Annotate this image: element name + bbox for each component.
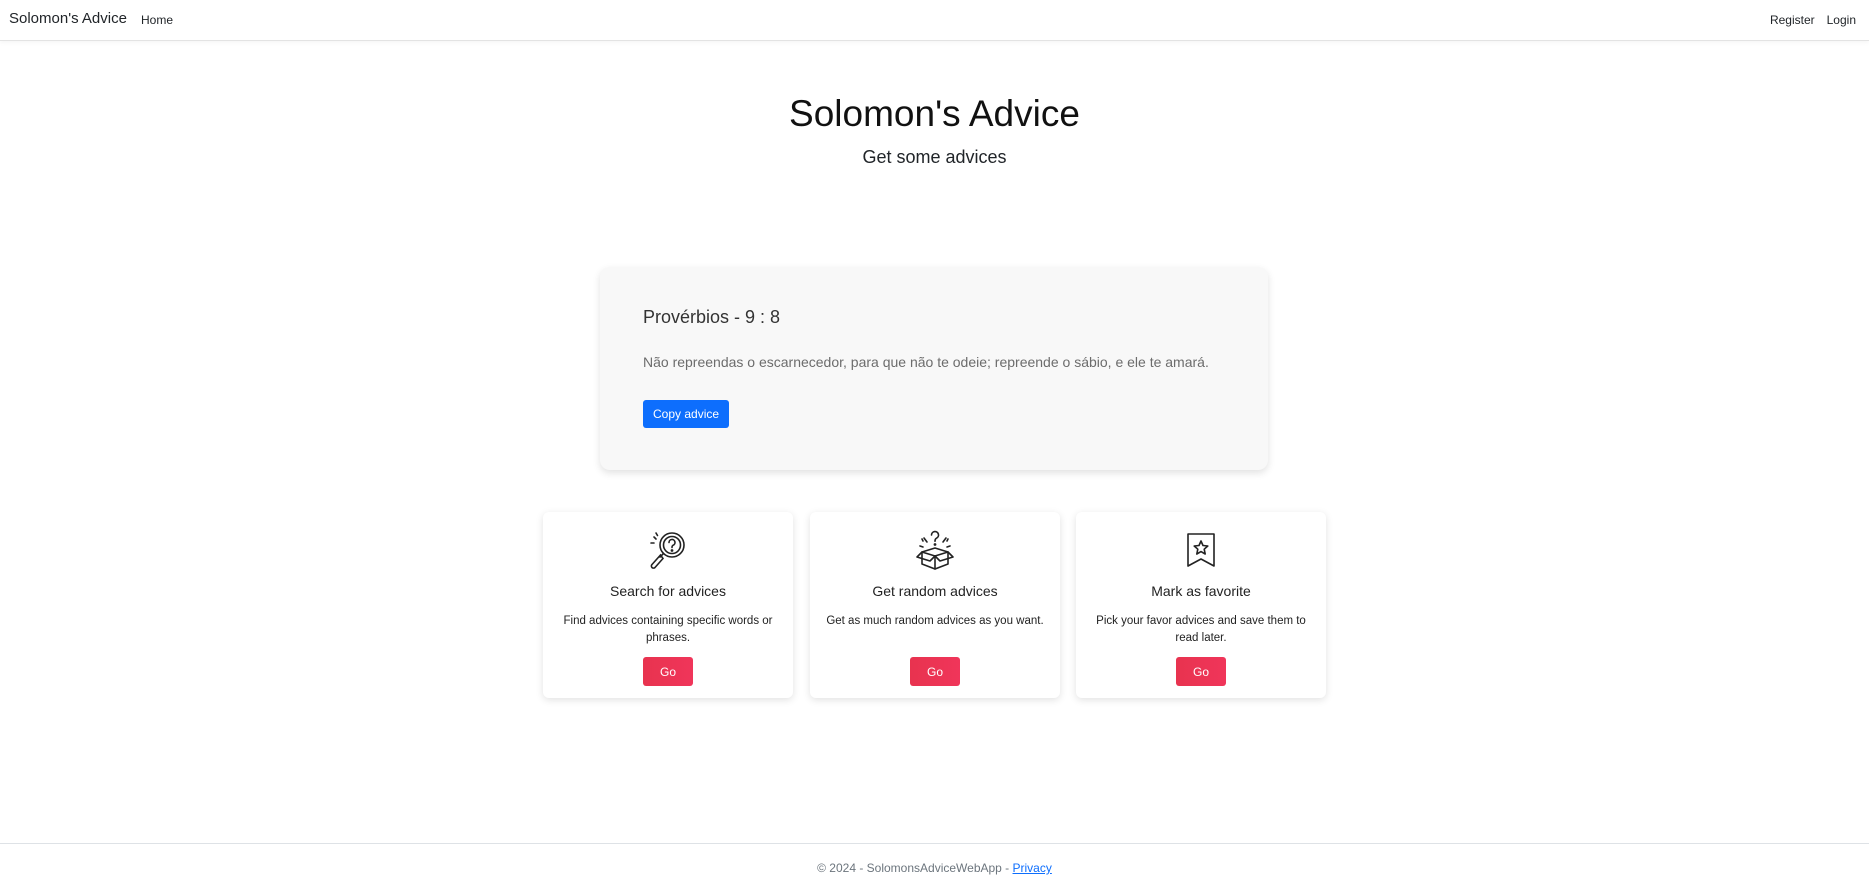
page-footer: © 2024 - SolomonsAdviceWebApp - Privacy <box>0 843 1869 894</box>
search-go-button[interactable]: Go <box>643 657 693 686</box>
surprise-box-icon <box>916 530 954 570</box>
feature-title: Search for advices <box>610 583 726 599</box>
top-navbar: Solomon's Advice Home Register Login <box>0 0 1869 41</box>
feature-card-favorite: Mark as favorite Pick your favor advices… <box>1076 512 1326 698</box>
random-go-button[interactable]: Go <box>910 657 960 686</box>
favorite-go-button[interactable]: Go <box>1176 657 1226 686</box>
copy-advice-button[interactable]: Copy advice <box>643 400 730 428</box>
feature-description: Get as much random advices as you want. <box>826 615 1044 627</box>
bookmark-star-icon <box>1187 533 1215 567</box>
search-question-icon <box>650 532 685 569</box>
feature-title: Get random advices <box>872 583 998 599</box>
feature-card-search: Search for advices Find advices containi… <box>543 512 793 698</box>
nav-link-home[interactable]: Home <box>141 13 173 27</box>
advice-reference: Provérbios - 9 : 8 <box>643 307 781 327</box>
advice-text: Não repreendas o escarnecedor, para que … <box>643 354 1209 370</box>
feature-card-random: Get random advices Get as much random ad… <box>810 512 1060 698</box>
privacy-link[interactable]: Privacy <box>1013 861 1052 875</box>
feature-title: Mark as favorite <box>1151 583 1251 599</box>
page-subtitle: Get some advices <box>862 147 1007 167</box>
footer-copyright: © 2024 - SolomonsAdviceWebApp - <box>817 861 1013 875</box>
nav-auth-links: Register Login <box>1770 13 1856 27</box>
advice-card: Provérbios - 9 : 8 Não repreendas o esca… <box>600 267 1268 470</box>
feature-description: Pick your favor advices and save them to… <box>1096 615 1306 644</box>
nav-link-login[interactable]: Login <box>1827 13 1856 27</box>
navbar-brand[interactable]: Solomon's Advice <box>9 10 127 27</box>
page-title: Solomon's Advice <box>789 93 1080 134</box>
nav-link-register[interactable]: Register <box>1770 13 1815 27</box>
feature-description: Find advices containing specific words o… <box>563 615 773 644</box>
